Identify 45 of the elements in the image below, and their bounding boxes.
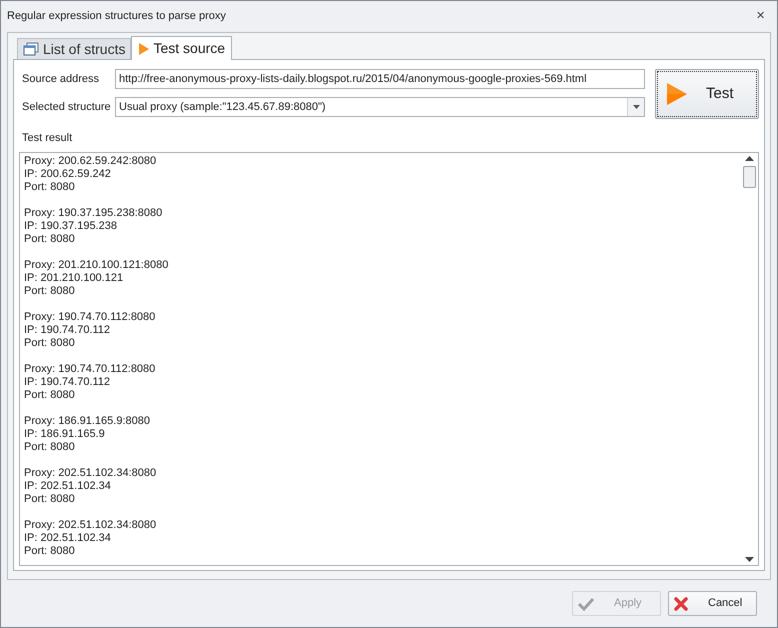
result-line: IP: 201.210.100.121 bbox=[24, 272, 124, 284]
field-label: Source address bbox=[21, 72, 100, 87]
table-icon bbox=[23, 42, 39, 56]
result-line: Port: 8080 bbox=[24, 544, 76, 558]
dropdown-caret-icon bbox=[632, 105, 640, 109]
result-line: Port: 8080 bbox=[24, 180, 76, 194]
tab[interactable]: Test source bbox=[131, 36, 232, 60]
result-line: Port: 8080 bbox=[24, 284, 76, 298]
result-line: Proxy: 200.62.59.242:8080 bbox=[24, 154, 158, 168]
result-line: IP: 190.74.70.112 bbox=[24, 376, 112, 388]
structure-dropdown[interactable]: Usual proxy (sample:"123.45.67.89:8080") bbox=[115, 97, 645, 117]
close-icon bbox=[674, 596, 688, 610]
result-line: IP: 202.51.102.34 bbox=[24, 480, 112, 492]
result-line: IP: 190.74.70.112 bbox=[24, 324, 112, 336]
result-line: Proxy: 190.37.195.238:8080 bbox=[24, 206, 164, 220]
result-line: IP: 190.37.195.238 bbox=[24, 220, 118, 232]
result-line: Proxy: 202.51.102.34:8080 bbox=[24, 466, 158, 480]
field-label: Selected structure bbox=[21, 100, 112, 115]
result-line: Port: 8080 bbox=[24, 440, 76, 454]
scroll-down-icon bbox=[745, 557, 754, 562]
close-button[interactable]: ✕ bbox=[756, 8, 765, 25]
result-line: Port: 8080 bbox=[24, 388, 76, 402]
result-line: IP: 202.51.102.34 bbox=[24, 532, 112, 544]
window-title: Regular expression structures to parse proxy bbox=[7, 9, 226, 24]
result-line: Proxy: 201.210.100.121:8080 bbox=[24, 258, 170, 272]
result-line: Proxy: 190.74.70.112:8080 bbox=[24, 310, 156, 324]
result-line: IP: 186.91.165.9 bbox=[24, 428, 106, 440]
scroll-thumb[interactable] bbox=[743, 166, 756, 188]
play-icon bbox=[666, 82, 688, 106]
result-line: Port: 8080 bbox=[24, 232, 76, 246]
play-icon bbox=[138, 42, 150, 54]
result-line: Proxy: 190.74.70.112:8080 bbox=[24, 362, 156, 376]
result-line: Port: 8080 bbox=[24, 492, 76, 506]
source-address-field[interactable]: http://free-anonymous-proxy-lists-daily.blogspot.ru/2015/04/anonymous-google-proxies-569.html bbox=[115, 69, 645, 89]
result-line: Proxy: 202.51.102.34:8080 bbox=[24, 518, 158, 532]
result-line: Port: 8080 bbox=[24, 336, 76, 350]
result-line: Proxy: 186.91.165.9:8080 bbox=[24, 414, 151, 428]
cancel-button[interactable]: Cancel bbox=[668, 591, 757, 616]
tab[interactable]: List of structs bbox=[17, 38, 132, 59]
scroll-up-icon bbox=[745, 156, 754, 160]
result-line: IP: 200.62.59.242 bbox=[24, 168, 112, 180]
test-result-label: Test result bbox=[21, 131, 74, 146]
test-button[interactable]: Test bbox=[655, 69, 759, 119]
test-result-area[interactable] bbox=[19, 152, 759, 566]
check-icon bbox=[578, 596, 594, 610]
